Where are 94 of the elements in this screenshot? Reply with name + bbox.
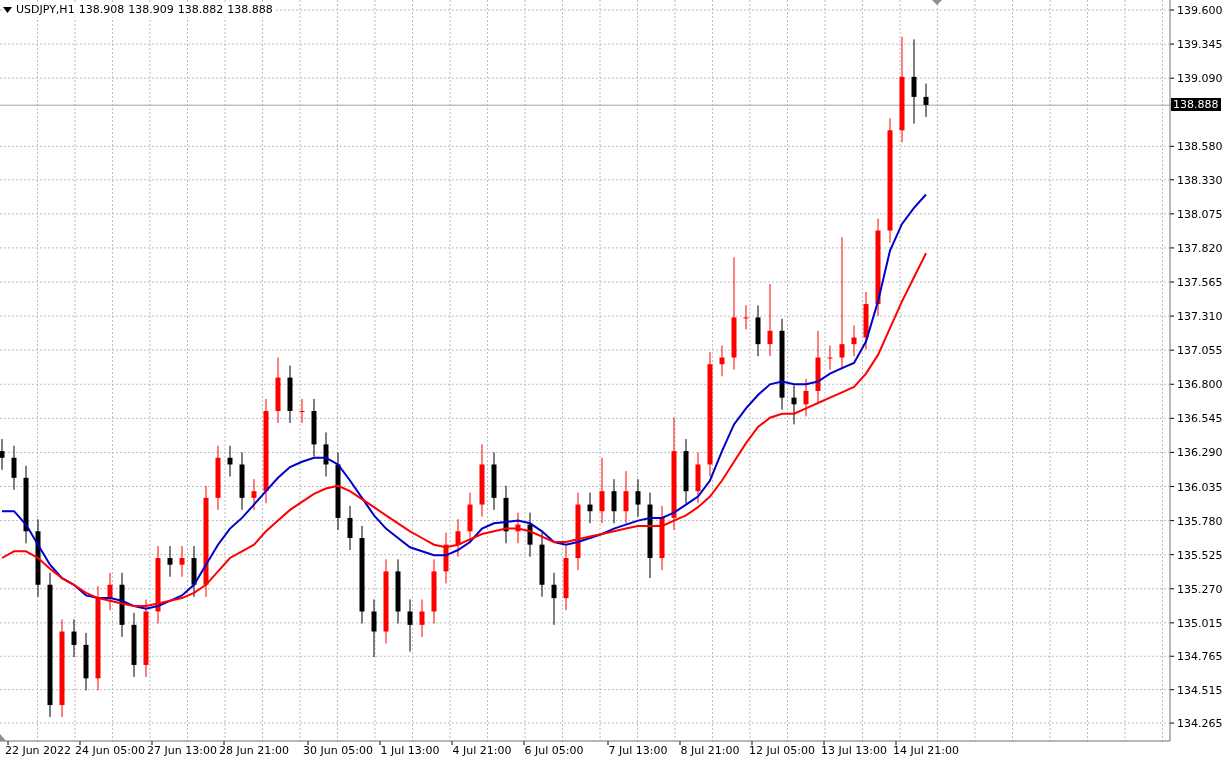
price-axis-label: 136.800	[1177, 378, 1223, 392]
candlestick	[791, 385, 797, 425]
open-price: 138.908	[78, 2, 125, 17]
candlestick	[491, 451, 497, 511]
candlestick	[227, 445, 233, 477]
time-axis-label: 28 Jun 21:00	[219, 744, 289, 757]
time-axis-label: 1 Jul 13:00	[380, 744, 440, 757]
price-axis-label: 139.345	[1177, 38, 1223, 52]
candlestick	[611, 478, 617, 524]
candlestick	[419, 598, 425, 638]
candlestick	[635, 478, 641, 518]
price-axis-label: 134.515	[1177, 683, 1223, 697]
time-axis-label: 14 Jul 21:00	[893, 744, 959, 757]
candlestick	[191, 545, 197, 598]
high-price: 138.909	[128, 2, 174, 17]
price-axis-label: 134.765	[1177, 650, 1223, 664]
candlestick	[395, 558, 401, 624]
time-axis-label: 8 Jul 21:00	[680, 744, 740, 757]
time-axis-label: 7 Jul 13:00	[608, 744, 668, 757]
candlestick	[167, 545, 173, 578]
candlestick	[683, 438, 689, 504]
candlestick	[851, 324, 857, 357]
price-axis-label: 134.265	[1177, 717, 1223, 731]
candlestick	[743, 304, 749, 330]
candlestick	[287, 365, 293, 424]
chart-shift-icon[interactable]	[932, 0, 942, 5]
price-axis-label: 137.820	[1177, 241, 1223, 255]
candlestick	[563, 545, 569, 611]
candlestick	[863, 291, 869, 350]
candlestick	[239, 451, 245, 511]
time-axis-label: 24 Jun 05:00	[75, 744, 145, 757]
price-axis-label: 139.600	[1177, 4, 1223, 17]
price-axis-label: 135.270	[1177, 582, 1223, 596]
candlestick	[599, 457, 605, 524]
candlestick	[695, 451, 701, 504]
price-axis-label: 136.035	[1177, 480, 1223, 494]
price-axis-label: 136.545	[1177, 412, 1223, 426]
candlestick	[527, 512, 533, 558]
candlestick	[71, 619, 77, 658]
candlestick	[431, 558, 437, 624]
price-axis-label: 135.780	[1177, 514, 1223, 528]
candlestick	[83, 632, 89, 691]
caret-icon[interactable]	[3, 6, 12, 13]
time-axis-label: 4 Jul 21:00	[452, 744, 512, 757]
candlestick	[119, 572, 125, 638]
candlestick	[455, 518, 461, 558]
time-axis-label: 12 Jul 05:00	[749, 744, 815, 757]
candlestick	[755, 304, 761, 357]
candlestick	[503, 485, 509, 544]
price-axis-label: 138.580	[1177, 140, 1223, 154]
time-axis-label: 30 Jun 05:00	[303, 744, 373, 757]
price-axis-label: 139.090	[1177, 72, 1223, 86]
candlestick	[347, 505, 353, 551]
current-price-label: 138.888	[1171, 98, 1221, 112]
time-axis-label: 22 Jun 2022	[4, 744, 72, 757]
price-axis-label: 137.310	[1177, 310, 1223, 324]
price-axis-label: 138.075	[1177, 207, 1223, 221]
candlestick	[515, 512, 521, 544]
close-price: 138.888	[227, 2, 273, 17]
candlestick	[107, 572, 113, 611]
candlestick	[275, 357, 281, 424]
candlestick	[251, 478, 257, 511]
candlestick	[323, 431, 329, 477]
candlestick	[659, 505, 665, 571]
candlestick	[407, 598, 413, 653]
candlestick	[11, 445, 17, 491]
price-axis-label: 137.565	[1177, 276, 1223, 289]
candlestick	[131, 612, 137, 678]
candlestick	[923, 83, 929, 118]
candlestick	[299, 398, 305, 424]
time-axis-label: 6 Jul 05:00	[524, 744, 584, 757]
price-axis-label: 135.525	[1177, 548, 1223, 562]
time-axis-label: 27 Jun 13:00	[147, 744, 217, 757]
candlestick	[551, 572, 557, 626]
low-price: 138.882	[177, 2, 224, 17]
price-axis-label: 136.290	[1177, 446, 1223, 460]
price-axis-label: 135.015	[1177, 616, 1223, 630]
candlestick	[803, 378, 809, 417]
candlestick	[215, 445, 221, 511]
candlestick	[587, 492, 593, 524]
scroll-marker-icon	[0, 734, 6, 741]
candlestick	[539, 532, 545, 598]
candlestick	[0, 438, 5, 471]
price-axis-label: 137.055	[1177, 344, 1223, 358]
price-axis-label: 138.330	[1177, 173, 1223, 187]
candlestick	[827, 345, 833, 371]
candlestick	[623, 470, 629, 524]
candlestick	[179, 545, 185, 578]
symbol-label: USDJPY,H1	[16, 2, 75, 17]
candlestick	[443, 532, 449, 584]
candlestick	[371, 598, 377, 658]
candlestick	[311, 398, 317, 457]
candlestick	[719, 345, 725, 377]
time-axis-label: 13 Jul 13:00	[821, 744, 887, 757]
